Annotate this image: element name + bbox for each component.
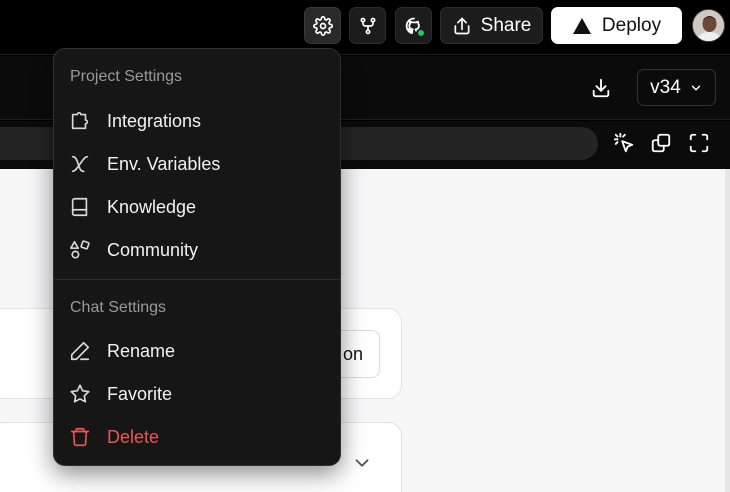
- copy-icon[interactable]: [650, 132, 672, 154]
- menu-item-env-variables[interactable]: Env. Variables: [54, 144, 340, 184]
- menu-divider: [54, 279, 340, 280]
- chat-settings-header: Chat Settings: [70, 299, 167, 316]
- user-avatar-image: [693, 10, 724, 41]
- star-icon: [68, 382, 92, 406]
- chevron-down-icon[interactable]: [351, 452, 373, 474]
- cursor-select-icon[interactable]: [613, 132, 635, 154]
- deploy-button[interactable]: Deploy: [551, 7, 682, 44]
- avatar[interactable]: [692, 9, 725, 42]
- variable-icon: [68, 152, 92, 176]
- git-branch-icon: [360, 17, 375, 34]
- version-label: v34: [650, 76, 681, 98]
- menu-item-label: Delete: [107, 426, 160, 447]
- triangle-icon: [572, 17, 591, 34]
- status-dot: [417, 29, 425, 37]
- fullscreen-icon[interactable]: [688, 132, 710, 154]
- menu-item-label: Env. Variables: [107, 153, 221, 174]
- top-bar: Share Deploy: [0, 0, 730, 55]
- menu-item-rename[interactable]: Rename: [54, 331, 340, 371]
- download-icon[interactable]: [590, 77, 612, 99]
- pencil-icon: [68, 339, 92, 363]
- settings-button[interactable]: [304, 7, 341, 44]
- scrollbar-track[interactable]: [725, 169, 730, 492]
- gear-icon: [312, 15, 333, 36]
- menu-item-knowledge[interactable]: Knowledge: [54, 187, 340, 227]
- share-icon: [454, 17, 470, 34]
- puzzle-icon: [68, 109, 92, 133]
- menu-item-delete[interactable]: Delete: [54, 417, 340, 457]
- menu-item-label: Knowledge: [107, 196, 197, 217]
- share-label: Share: [480, 14, 532, 36]
- chevron-down-icon: [691, 85, 701, 90]
- menu-item-label: Integrations: [107, 110, 202, 131]
- book-icon: [68, 195, 92, 219]
- card-button-label: on: [342, 343, 363, 364]
- version-select[interactable]: v34: [637, 69, 716, 106]
- settings-dropdown-menu: Project Settings Integrations Env. Varia…: [53, 48, 341, 466]
- share-button[interactable]: Share: [440, 7, 543, 44]
- menu-item-favorite[interactable]: Favorite: [54, 374, 340, 414]
- menu-item-label: Favorite: [107, 383, 173, 404]
- menu-item-label: Community: [107, 239, 199, 260]
- branch-button[interactable]: [349, 7, 386, 44]
- shapes-icon: [68, 238, 92, 262]
- menu-item-community[interactable]: Community: [54, 230, 340, 270]
- project-settings-header: Project Settings: [70, 68, 183, 85]
- github-button[interactable]: [395, 7, 432, 44]
- deploy-label: Deploy: [601, 14, 662, 36]
- menu-item-label: Rename: [107, 340, 176, 361]
- trash-icon: [68, 425, 92, 449]
- menu-item-integrations[interactable]: Integrations: [54, 101, 340, 141]
